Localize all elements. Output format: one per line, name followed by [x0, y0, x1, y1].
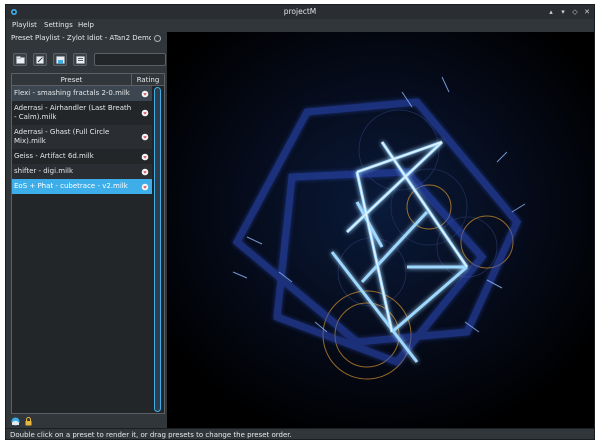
window-title: projectM	[283, 7, 317, 16]
title-bar[interactable]: projectM ▴ ▾ ◇ ✕	[6, 5, 594, 19]
dock-float-icon[interactable]	[154, 35, 161, 42]
preset-table: Preset Rating Flexi - smashing fractals …	[11, 73, 165, 414]
menu-settings[interactable]: Settings	[44, 21, 73, 29]
visualizer-canvas[interactable]	[167, 32, 594, 428]
preset-name: Flexi - smashing fractals 2-0.milk	[14, 89, 130, 97]
shuffle-icon[interactable]	[11, 417, 20, 426]
preset-row[interactable]: EoS + Phat - cubetrace - v2.milk	[12, 179, 152, 194]
preset-name: shifter - digi.milk	[14, 167, 74, 175]
open-playlist-button[interactable]	[13, 53, 27, 66]
rating-icon[interactable]	[141, 168, 149, 176]
scrollbar[interactable]	[154, 87, 162, 413]
close-icon[interactable]: ✕	[583, 8, 591, 16]
dock-footer	[11, 417, 51, 427]
playlist-dock: Preset Playlist - Zylot Idiot - ATan2 De…	[6, 32, 166, 428]
preset-name: Geiss - Artifact 6d.milk	[14, 152, 94, 160]
menu-bar: Playlist Settings Help	[6, 19, 594, 32]
rating-icon[interactable]	[141, 90, 149, 98]
visualizer-render	[167, 32, 594, 428]
preset-row[interactable]: Flexi - smashing fractals 2-0.milk	[12, 86, 152, 101]
preset-row[interactable]: shifter - digi.milk	[12, 164, 152, 179]
lock-icon[interactable]	[24, 417, 33, 426]
preset-list: Flexi - smashing fractals 2-0.milk Aderra…	[12, 86, 152, 194]
open-playlist-icon	[16, 56, 25, 64]
preset-row[interactable]: Aderrasi - Airhandler (Last Breath - Cal…	[12, 101, 152, 125]
preset-row[interactable]: Geiss - Artifact 6d.milk	[12, 149, 152, 164]
search-input[interactable]	[94, 53, 166, 66]
minimize-icon[interactable]: ▴	[547, 8, 555, 16]
list-icon	[76, 56, 85, 64]
rating-icon[interactable]	[141, 109, 149, 117]
column-header-preset[interactable]: Preset	[12, 76, 131, 84]
app-window: projectM ▴ ▾ ◇ ✕ Playlist Settings Help …	[5, 4, 595, 440]
status-bar: Double click on a preset to render it, o…	[6, 428, 594, 439]
edit-button[interactable]	[33, 53, 47, 66]
playlist-title: Preset Playlist - Zylot Idiot - ATan2 De…	[11, 34, 151, 42]
rating-icon[interactable]	[141, 153, 149, 161]
restore-icon[interactable]: ◇	[571, 8, 579, 16]
preset-row[interactable]: Aderrasi - Ghast (Full Circle Mix).milk	[12, 125, 152, 149]
rating-icon[interactable]	[141, 133, 149, 141]
column-header-rating[interactable]: Rating	[132, 76, 164, 84]
table-header: Preset Rating	[12, 74, 164, 86]
save-icon	[56, 56, 65, 64]
scrollbar-thumb[interactable]	[154, 87, 161, 412]
maximize-icon[interactable]: ▾	[559, 8, 567, 16]
preset-name: EoS + Phat - cubetrace - v2.milk	[14, 182, 128, 190]
playlist-toolbar	[11, 52, 166, 68]
rating-icon[interactable]	[141, 183, 149, 191]
preset-name: Aderrasi - Airhandler (Last Breath - Cal…	[14, 104, 132, 121]
menu-playlist[interactable]: Playlist	[12, 21, 37, 29]
preset-name: Aderrasi - Ghast (Full Circle Mix).milk	[14, 128, 110, 145]
status-text: Double click on a preset to render it, o…	[10, 431, 292, 439]
save-button[interactable]	[53, 53, 67, 66]
list-button[interactable]	[73, 53, 87, 66]
menu-help[interactable]: Help	[78, 21, 94, 29]
edit-icon	[36, 56, 44, 64]
